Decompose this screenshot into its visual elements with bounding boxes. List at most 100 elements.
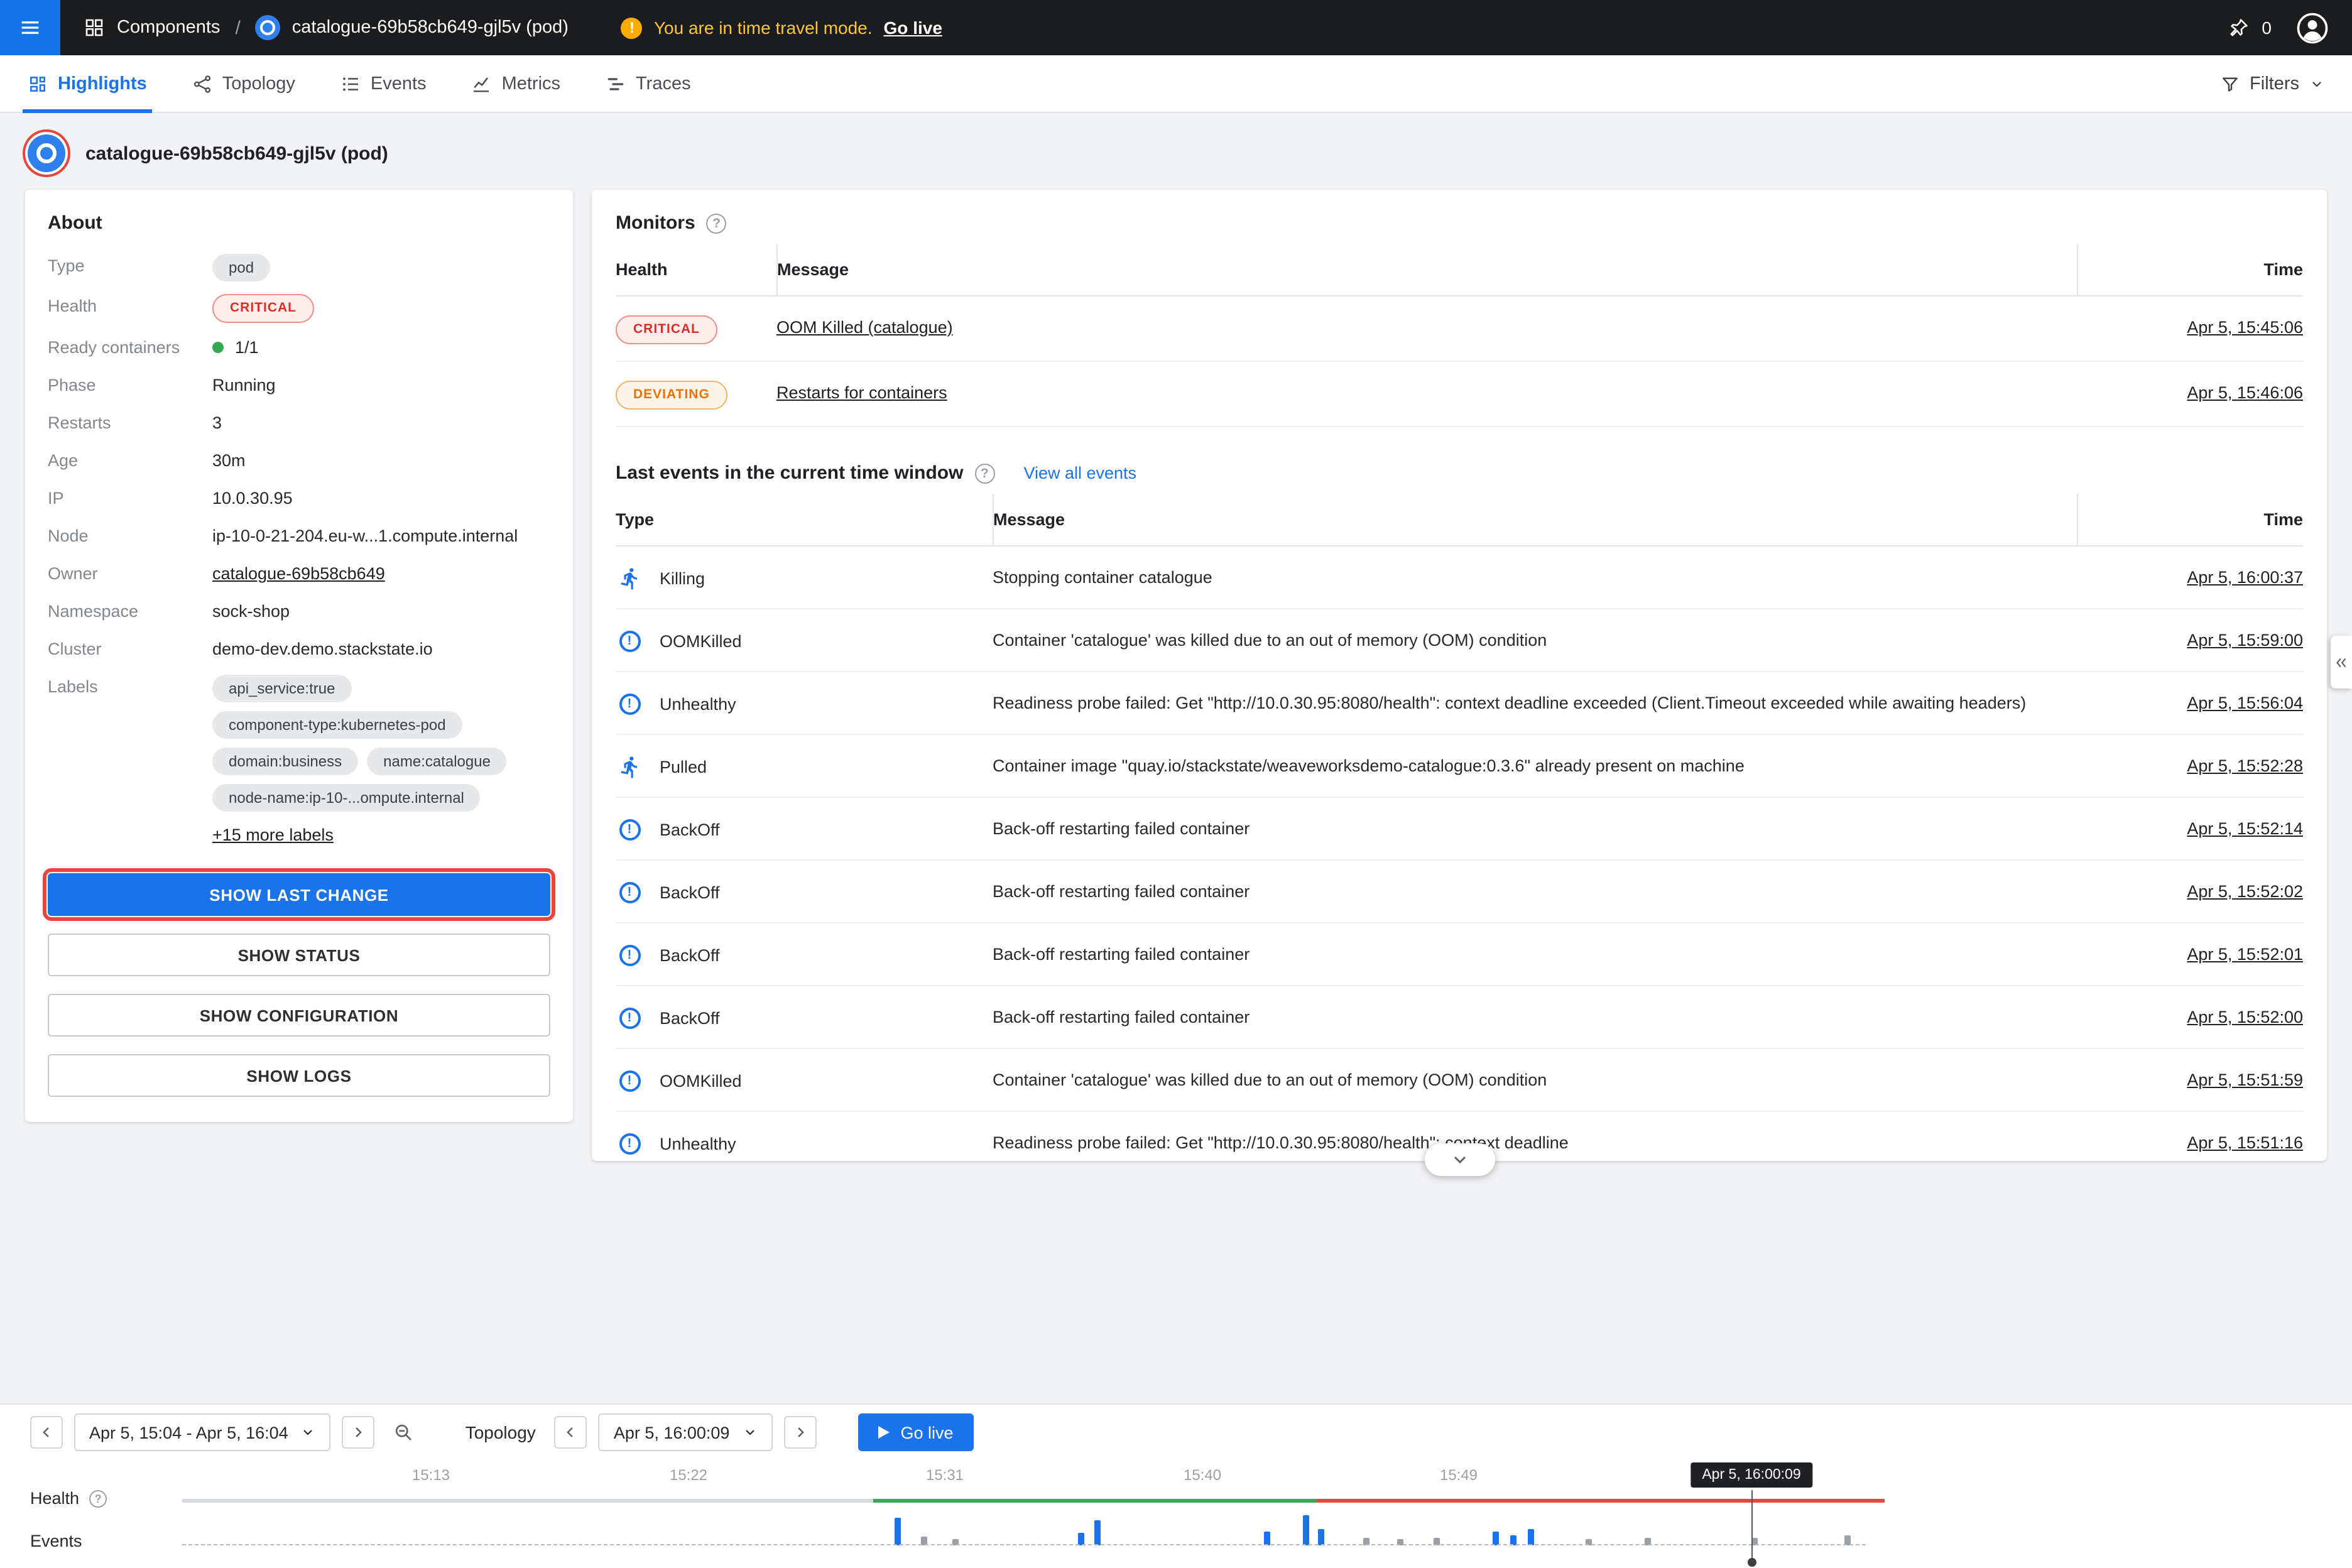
event-time-link[interactable]: Apr 5, 16:00:37 bbox=[2187, 568, 2303, 587]
events-table-header: Type Message Time bbox=[616, 494, 2303, 546]
owner-link[interactable]: catalogue-69b58cb649 bbox=[212, 564, 385, 583]
filter-icon bbox=[2219, 74, 2240, 94]
event-type-label: Pulled bbox=[660, 753, 707, 780]
monitor-message-link[interactable]: OOM Killed (catalogue) bbox=[776, 318, 953, 337]
field-namespace: Namespace sock-shop bbox=[48, 599, 550, 624]
time-back-button[interactable] bbox=[555, 1416, 587, 1449]
event-type-icon bbox=[616, 753, 643, 780]
monitor-health-badge: CRITICAL bbox=[616, 315, 717, 344]
chevron-down-icon bbox=[742, 1425, 757, 1440]
view-all-events-link[interactable]: View all events bbox=[1023, 464, 1136, 482]
event-time-link[interactable]: Apr 5, 15:52:28 bbox=[2187, 756, 2303, 775]
event-time-link[interactable]: Apr 5, 15:52:14 bbox=[2187, 819, 2303, 838]
event-message: Container image "quay.io/stackstate/weav… bbox=[993, 734, 2077, 797]
pin-button[interactable] bbox=[2226, 16, 2250, 40]
range-back-button[interactable] bbox=[30, 1416, 63, 1449]
double-chevron-left-icon bbox=[2333, 654, 2349, 670]
tab-metrics[interactable]: Metrics bbox=[472, 55, 560, 112]
user-icon bbox=[2295, 11, 2329, 45]
monitor-message-link[interactable]: Restarts for containers bbox=[776, 383, 947, 402]
event-time-link[interactable]: Apr 5, 15:56:04 bbox=[2187, 694, 2303, 712]
event-time-link[interactable]: Apr 5, 15:51:59 bbox=[2187, 1070, 2303, 1089]
field-ip: IP 10.0.30.95 bbox=[48, 486, 550, 511]
event-bar bbox=[921, 1537, 927, 1545]
right-panel-collapse[interactable] bbox=[2331, 636, 2352, 689]
tab-label: Highlights bbox=[58, 74, 147, 94]
chevron-down-icon bbox=[2309, 76, 2324, 91]
field-restarts: Restarts 3 bbox=[48, 411, 550, 436]
show-logs-button[interactable]: SHOW LOGS bbox=[48, 1054, 550, 1097]
monitors-title: Monitors bbox=[616, 212, 695, 234]
event-bar bbox=[952, 1539, 959, 1545]
event-bar bbox=[1528, 1529, 1534, 1545]
label-pill: domain:business bbox=[212, 748, 358, 775]
help-icon[interactable] bbox=[974, 463, 994, 483]
zoom-out-button[interactable] bbox=[386, 1416, 422, 1449]
go-live-button[interactable]: Go live bbox=[858, 1413, 973, 1451]
metrics-icon bbox=[472, 74, 492, 94]
traces-icon bbox=[606, 74, 626, 94]
event-message: Stopping container catalogue bbox=[993, 546, 2077, 609]
tab-topology[interactable]: Topology bbox=[192, 55, 295, 112]
event-time-link[interactable]: Apr 5, 15:52:02 bbox=[2187, 882, 2303, 901]
range-forward-button[interactable] bbox=[342, 1416, 375, 1449]
tab-highlights[interactable]: Highlights bbox=[28, 55, 147, 112]
chevron-right-icon bbox=[350, 1424, 368, 1441]
breadcrumb-components-label: Components bbox=[117, 18, 220, 38]
breadcrumb-components[interactable]: Components bbox=[83, 16, 220, 39]
monitor-time-link[interactable]: Apr 5, 15:45:06 bbox=[2187, 318, 2303, 337]
event-bar bbox=[1397, 1539, 1403, 1545]
info-icon bbox=[619, 1007, 640, 1028]
event-type-label: Killing bbox=[660, 565, 705, 591]
event-row: Killing Stopping container catalogue Apr… bbox=[616, 546, 2303, 609]
health-badge: CRITICAL bbox=[212, 294, 314, 323]
help-icon[interactable] bbox=[707, 213, 727, 233]
event-row: Unhealthy Readiness probe failed: Get "h… bbox=[616, 672, 2303, 734]
event-type-icon bbox=[616, 1067, 643, 1094]
labels-list: api_service:truecomponent-type:kubernete… bbox=[212, 675, 554, 812]
filters-button[interactable]: Filters bbox=[2219, 74, 2324, 94]
breadcrumb-entity[interactable]: catalogue-69b58cb649-gjl5v (pod) bbox=[256, 15, 569, 40]
event-bar bbox=[1510, 1535, 1516, 1545]
field-labels: Labels api_service:truecomponent-type:ku… bbox=[48, 675, 550, 848]
event-time-link[interactable]: Apr 5, 15:59:00 bbox=[2187, 631, 2303, 650]
time-travel-warning: You are in time travel mode. Go live bbox=[621, 17, 942, 38]
menu-button[interactable] bbox=[0, 0, 60, 55]
tab-traces[interactable]: Traces bbox=[606, 55, 691, 112]
play-icon bbox=[878, 1426, 889, 1439]
event-time-link[interactable]: Apr 5, 15:52:00 bbox=[2187, 1008, 2303, 1026]
go-live-link[interactable]: Go live bbox=[884, 18, 942, 38]
current-time-select[interactable]: Apr 5, 16:00:09 bbox=[599, 1413, 773, 1451]
event-bar bbox=[1303, 1515, 1309, 1545]
field-type: Type pod bbox=[48, 254, 550, 281]
event-row: BackOff Back-off restarting failed conta… bbox=[616, 923, 2303, 986]
event-bar bbox=[1363, 1538, 1369, 1545]
event-type-icon bbox=[616, 564, 643, 592]
avatar[interactable] bbox=[2295, 11, 2329, 45]
events-table: Type Message Time bbox=[616, 494, 2303, 1161]
event-type-label: Unhealthy bbox=[660, 690, 736, 717]
timeline-area: 15:1315:2215:3115:4015:49 Health Events … bbox=[0, 1460, 2352, 1568]
expand-events-button[interactable] bbox=[1424, 1143, 1494, 1176]
event-row: BackOff Back-off restarting failed conta… bbox=[616, 860, 2303, 923]
field-ready-containers: Ready containers 1/1 bbox=[48, 335, 550, 361]
info-icon bbox=[619, 630, 640, 651]
time-range-select[interactable]: Apr 5, 15:04 - Apr 5, 16:04 bbox=[74, 1413, 331, 1451]
time-forward-button[interactable] bbox=[783, 1416, 816, 1449]
event-message: Back-off restarting failed container bbox=[993, 797, 2077, 860]
monitor-time-link[interactable]: Apr 5, 15:46:06 bbox=[2187, 383, 2303, 402]
event-type-icon bbox=[616, 878, 643, 906]
event-message: Back-off restarting failed container bbox=[993, 860, 2077, 923]
event-time-link[interactable]: Apr 5, 15:52:01 bbox=[2187, 945, 2303, 964]
field-owner: Owner catalogue-69b58cb649 bbox=[48, 562, 550, 587]
app-root: Components / catalogue-69b58cb649-gjl5v … bbox=[0, 0, 2352, 1568]
event-message: Readiness probe failed: Get "http://10.0… bbox=[993, 1111, 2077, 1161]
show-configuration-button[interactable]: SHOW CONFIGURATION bbox=[48, 994, 550, 1037]
tab-events[interactable]: Events bbox=[340, 55, 427, 112]
show-status-button[interactable]: SHOW STATUS bbox=[48, 934, 550, 976]
show-last-change-button[interactable]: SHOW LAST CHANGE bbox=[48, 873, 550, 916]
more-labels-link[interactable]: +15 more labels bbox=[212, 823, 334, 848]
event-time-link[interactable]: Apr 5, 15:51:16 bbox=[2187, 1133, 2303, 1152]
details-card-inner: Monitors Health Message Time bbox=[592, 190, 2327, 1161]
event-type-label: BackOff bbox=[660, 1004, 720, 1031]
